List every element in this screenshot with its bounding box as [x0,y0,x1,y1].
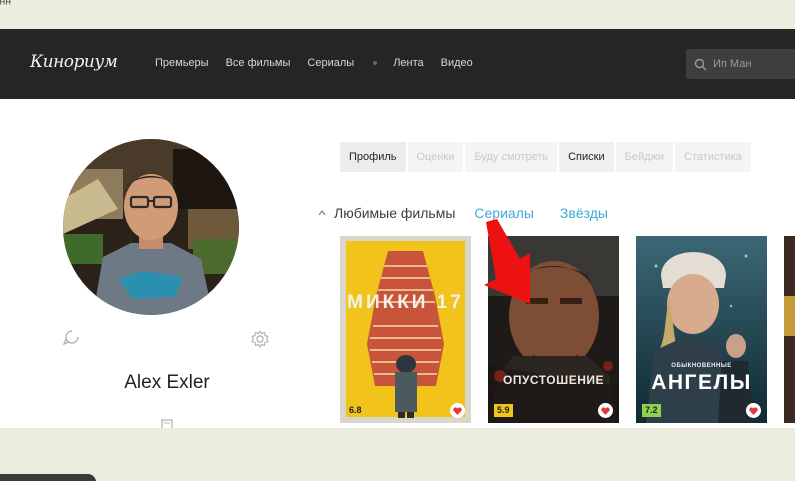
poster-title: ОПУСТОШЕНИЕ [502,373,604,387]
favorite-heart-button[interactable] [450,403,465,418]
movie-poster-card[interactable]: ОБЫКНОВЕННЫЕ АНГЕЛЫ 7.2 [636,236,767,423]
profile-page: Alex Exler Профиль Оценки Буду смотреть … [0,99,795,428]
user-name: Alex Exler [124,372,210,393]
rating-badge: 6.8 [346,404,365,417]
poster-subtitle: ОБЫКНОВЕННЫЕ [671,363,732,369]
stars-link[interactable]: Звёзды [560,205,608,221]
avatar[interactable] [63,139,239,315]
nav-all-films[interactable]: Все фильмы [226,57,291,69]
tab-badges[interactable]: Бейджи [615,142,674,172]
search-input[interactable] [713,58,793,70]
nav-video[interactable]: Видео [441,57,473,69]
tab-profile[interactable]: Профиль [340,142,406,172]
profile-tabs: Профиль Оценки Буду смотреть Списки Бейд… [340,142,753,172]
cropped-dark-fragment [0,474,96,481]
heart-icon [453,406,462,415]
poster-title: АНГЕЛЫ [651,371,752,394]
favorite-films-label[interactable]: Любимые фильмы [334,205,455,221]
favorite-heart-button[interactable] [598,403,613,418]
annotation-arrow [484,219,530,304]
document-icon[interactable] [161,419,173,428]
tab-lists[interactable]: Списки [559,142,614,172]
refresh-icon[interactable] [62,327,82,347]
heart-icon [601,406,610,415]
site-logo[interactable]: Кинориум [30,52,118,72]
gear-icon[interactable] [250,329,270,349]
nav-series[interactable]: Сериалы [307,57,354,69]
rating-badge: 5.9 [494,404,513,417]
movie-poster-card[interactable]: МИККИ 17 6.8 [340,236,471,423]
favorite-heart-button[interactable] [746,403,761,418]
tab-statistics[interactable]: Статистика [675,142,751,172]
nav-separator-dot [373,61,378,65]
top-navbar: Кинориум Премьеры Все фильмы Сериалы Лен… [0,29,795,99]
nav-premieres[interactable]: Премьеры [155,57,209,69]
cropped-text-fragment: ᴴᴴ [0,0,12,10]
search-icon [694,58,707,70]
tab-ratings[interactable]: Оценки [407,142,464,172]
heart-icon [749,406,758,415]
search-box[interactable] [686,49,795,79]
chevron-up-icon[interactable] [318,209,326,217]
poster-title: МИККИ 17 [347,292,464,313]
nav-feed[interactable]: Лента [393,57,423,69]
main-nav: Премьеры Все фильмы Сериалы Лента Видео [155,57,490,69]
rating-badge: 7.2 [642,404,661,417]
movie-poster-card-partial[interactable] [784,236,795,423]
tab-watchlist[interactable]: Буду смотреть [465,142,558,172]
